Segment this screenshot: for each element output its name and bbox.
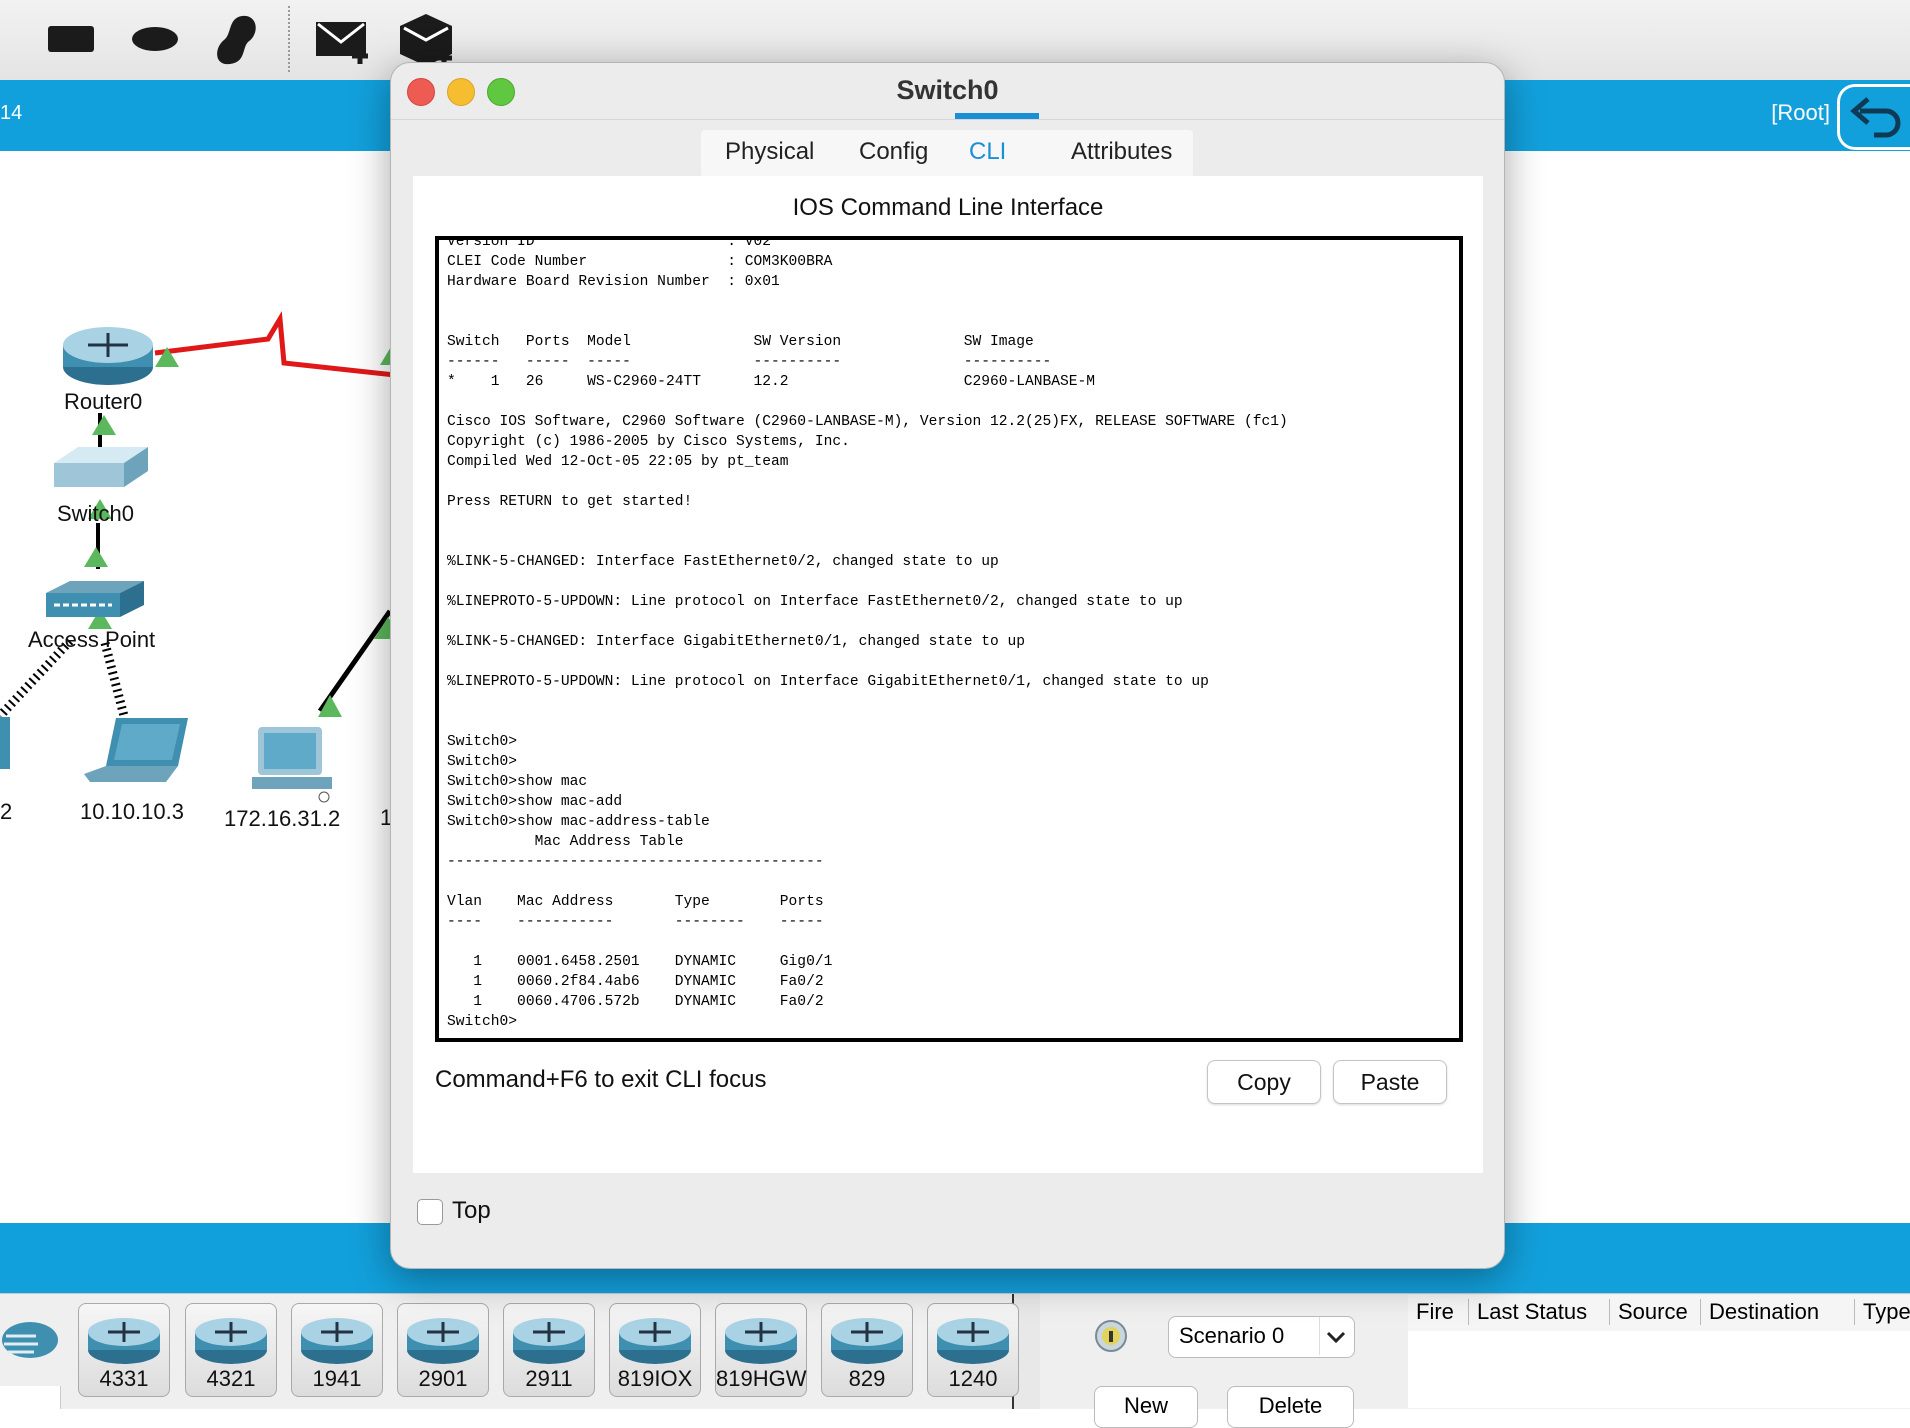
router-icon	[937, 1318, 1009, 1364]
access-point-label: Access Point	[28, 627, 156, 652]
pdu-table-body	[1408, 1331, 1910, 1408]
scenario-value: Scenario 0	[1179, 1323, 1285, 1348]
scenario-select[interactable]: Scenario 0	[1168, 1316, 1355, 1358]
router-icon	[88, 1318, 160, 1364]
col-source[interactable]: Source	[1609, 1299, 1688, 1325]
device-tile-label: 2901	[418, 1366, 468, 1391]
switch-icon[interactable]	[44, 441, 154, 501]
device-tile-label: 2911	[525, 1366, 573, 1391]
left-device-icon[interactable]	[0, 717, 14, 777]
new-scenario-button[interactable]: New	[1094, 1386, 1198, 1428]
col-type[interactable]: Type	[1854, 1299, 1910, 1325]
device-tile[interactable]: 1240	[927, 1303, 1019, 1397]
device-tile-label: 4331	[99, 1366, 149, 1391]
device-tile[interactable]: 1941	[291, 1303, 383, 1397]
switch-config-dialog: Switch0 Physical Config CLI Attributes I…	[390, 62, 1505, 1269]
chevron-down-icon	[1326, 1331, 1346, 1344]
left-device-label: 2	[0, 799, 13, 824]
router-icon	[831, 1318, 903, 1364]
tab-attributes[interactable]: Attributes	[1071, 138, 1172, 166]
router-icon	[407, 1318, 479, 1364]
cloud-icon[interactable]	[0, 1314, 60, 1364]
cli-heading: IOS Command Line Interface	[792, 194, 1104, 221]
back-button[interactable]	[1837, 84, 1910, 150]
top-checkbox[interactable]	[417, 1199, 443, 1225]
paste-button[interactable]: Paste	[1333, 1060, 1447, 1104]
router-icon	[725, 1318, 797, 1364]
add-simple-pdu-icon[interactable]	[314, 18, 374, 68]
freeform-shape-icon[interactable]	[212, 12, 262, 68]
device-tile[interactable]: 829	[821, 1303, 913, 1397]
access-point-icon[interactable]	[40, 573, 150, 633]
device-tile[interactable]: 819HGW	[715, 1303, 807, 1397]
undo-arrow-icon	[1850, 97, 1901, 138]
toolbar-separator	[288, 6, 290, 72]
top-checkbox-label: Top	[452, 1197, 491, 1224]
device-tile[interactable]: 2911	[503, 1303, 595, 1397]
laptop-ip-label: 10.10.10.3	[80, 799, 184, 824]
tab-cli[interactable]: CLI	[969, 138, 1006, 166]
col-last-status[interactable]: Last Status	[1468, 1299, 1587, 1325]
cli-panel: IOS Command Line Interface Version ID : …	[413, 176, 1483, 1173]
rectangle-shape-icon[interactable]	[46, 22, 96, 56]
device-tile-label: 1240	[948, 1366, 998, 1391]
router-icon	[619, 1318, 691, 1364]
root-label[interactable]: [Root]	[1771, 100, 1830, 126]
device-tile-label: 4321	[206, 1366, 256, 1391]
pdu-table-header: Fire Last Status Source Destination Type	[1408, 1295, 1910, 1331]
router-icon	[301, 1318, 373, 1364]
cli-output[interactable]: Version ID : V02 CLEI Code Number : COM3…	[439, 240, 1296, 1032]
dialog-title: Switch0	[896, 75, 999, 105]
device-tile[interactable]: 819IOX	[609, 1303, 701, 1397]
col-fire[interactable]: Fire	[1408, 1299, 1454, 1325]
router-label: Router0	[64, 389, 143, 414]
info-icon[interactable]	[1094, 1319, 1128, 1353]
tab-config[interactable]: Config	[859, 138, 928, 166]
workspace-number: 14	[0, 102, 23, 124]
device-tile-label: 819HGW	[716, 1366, 807, 1391]
cli-focus-hint: Command+F6 to exit CLI focus	[435, 1066, 767, 1093]
cli-terminal[interactable]: Version ID : V02 CLEI Code Number : COM3…	[435, 236, 1463, 1042]
delete-scenario-button[interactable]: Delete	[1227, 1386, 1354, 1428]
col-destination[interactable]: Destination	[1700, 1299, 1819, 1325]
active-tab-indicator	[955, 113, 1039, 119]
ellipse-shape-icon[interactable]	[130, 24, 180, 54]
tab-bar: Physical Config CLI Attributes	[701, 130, 1193, 178]
device-tile-label: 1941	[312, 1366, 362, 1391]
device-tile[interactable]: 2901	[397, 1303, 489, 1397]
device-tile[interactable]: 4331	[78, 1303, 170, 1397]
copy-button[interactable]: Copy	[1207, 1060, 1321, 1104]
pc-ip-label: 172.16.31.2	[224, 806, 341, 831]
add-complex-pdu-icon[interactable]	[398, 12, 458, 68]
pc-icon[interactable]	[252, 725, 342, 805]
switch-label: Switch0	[57, 501, 135, 526]
device-tile[interactable]: 4321	[185, 1303, 277, 1397]
tab-physical[interactable]: Physical	[725, 138, 814, 166]
device-tile-label: 819IOX	[617, 1366, 693, 1391]
router-icon[interactable]	[58, 319, 158, 389]
router-icon	[513, 1318, 585, 1364]
router-icon	[195, 1318, 267, 1364]
laptop-icon[interactable]	[82, 716, 192, 796]
device-tile-label: 829	[848, 1366, 886, 1391]
